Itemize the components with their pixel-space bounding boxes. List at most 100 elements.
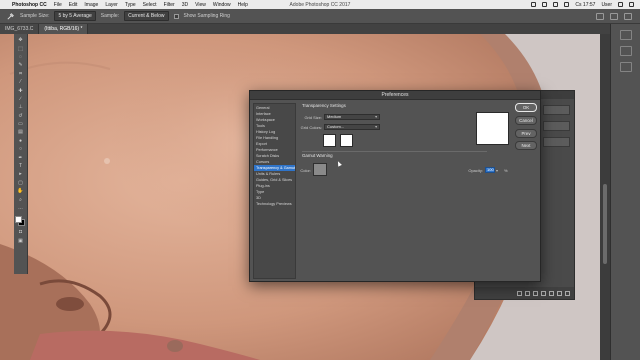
quick-select-tool-icon[interactable]: ✎: [16, 62, 26, 68]
transparency-heading: Transparency Settings: [302, 103, 346, 108]
color-swatches[interactable]: [15, 216, 26, 227]
tools-panel: ✥ ⬚ ◌ ✎ ⌗ ⁄ ✚ ∕ ⊥ ↺ ▭ ▤ ● ○ ✒ T ▸ ▢ ✋ ⌕ …: [14, 34, 28, 274]
eyedropper-icon[interactable]: [6, 12, 15, 21]
menu-filter[interactable]: Filter: [164, 2, 175, 8]
crop-tool-icon[interactable]: ⌗: [16, 71, 26, 77]
grid-colors-select[interactable]: Custom... ▾: [324, 124, 380, 130]
search-icon[interactable]: [618, 2, 623, 7]
trash-icon[interactable]: [565, 290, 570, 296]
scroll-thumb[interactable]: [603, 184, 607, 264]
foreground-color-swatch[interactable]: [15, 216, 22, 224]
workspace-icon[interactable]: [610, 12, 618, 20]
menu-layer[interactable]: Layer: [105, 2, 118, 8]
layer-row[interactable]: [543, 105, 570, 115]
ok-button[interactable]: OK: [515, 103, 537, 112]
menu-image[interactable]: Image: [84, 2, 98, 8]
section-divider: [302, 151, 487, 152]
grid-color-swatch-2[interactable]: [340, 134, 353, 147]
grid-size-select[interactable]: Medium ▾: [324, 114, 380, 120]
move-tool-icon[interactable]: ✥: [16, 37, 26, 43]
menu-type[interactable]: Type: [125, 2, 136, 8]
shape-tool-icon[interactable]: ▢: [16, 180, 26, 186]
wifi-icon[interactable]: [542, 2, 548, 7]
marquee-tool-icon[interactable]: ⬚: [16, 45, 26, 52]
show-ring-checkbox[interactable]: [173, 13, 179, 19]
menu-window[interactable]: Window: [213, 2, 231, 8]
eraser-tool-icon[interactable]: ▭: [16, 121, 26, 127]
preferences-nav: General Interface Workspace Tools Histor…: [253, 103, 296, 279]
quick-mask-icon[interactable]: ◘: [16, 229, 26, 235]
screen-mode-icon[interactable]: ▣: [16, 238, 26, 244]
opacity-stepper-icon[interactable]: ▾: [496, 168, 498, 173]
fx-icon[interactable]: [525, 290, 530, 296]
menu-view[interactable]: View: [195, 2, 206, 8]
menu-bar: Photoshop CC File Edit Image Layer Type …: [0, 0, 640, 9]
grid-size-label: Grid Size:: [304, 115, 322, 120]
grid-colors-label: Grid Colors:: [300, 125, 322, 130]
tab-document-2[interactable]: (Ittiba, RGB/16) *: [39, 24, 89, 34]
panel-icon-layers[interactable]: [619, 62, 632, 72]
menu-help[interactable]: Help: [238, 2, 248, 8]
search-icon[interactable]: [596, 12, 604, 20]
blur-tool-icon[interactable]: ●: [16, 138, 26, 144]
grid-size-value: Medium: [327, 114, 342, 119]
sample-size-select[interactable]: 5 by 5 Average: [54, 11, 96, 21]
eyedropper-tool-icon[interactable]: ⁄: [16, 79, 26, 85]
mask-icon[interactable]: [533, 290, 538, 296]
opacity-input[interactable]: 100: [485, 167, 495, 173]
dodge-tool-icon[interactable]: ○: [16, 146, 26, 152]
stamp-tool-icon[interactable]: ⊥: [16, 104, 26, 110]
chevron-down-icon: ▾: [375, 125, 377, 129]
path-select-tool-icon[interactable]: ▸: [16, 171, 26, 177]
layer-row[interactable]: [543, 121, 570, 131]
menu-3d[interactable]: 3D: [182, 2, 188, 8]
gradient-tool-icon[interactable]: ▤: [16, 129, 26, 135]
battery-icon[interactable]: [564, 2, 570, 7]
new-layer-icon[interactable]: [557, 290, 562, 296]
grid-colors-value: Custom...: [327, 124, 345, 129]
layer-row[interactable]: [543, 137, 570, 147]
brush-tool-icon[interactable]: ∕: [16, 96, 26, 102]
document-tabs: IMG_6733.C (Ittiba, RGB/16) *: [0, 24, 640, 34]
menu-edit[interactable]: Edit: [69, 2, 78, 8]
right-panel-dock: [610, 24, 640, 360]
sample-label: Sample:: [100, 13, 120, 19]
sample-size-label: Sample Size:: [20, 13, 50, 19]
volume-icon[interactable]: [553, 2, 559, 7]
menu-select[interactable]: Select: [143, 2, 157, 8]
folder-icon[interactable]: [549, 290, 554, 296]
healing-tool-icon[interactable]: ✚: [16, 87, 26, 94]
grid-color-swatch-1[interactable]: [323, 134, 336, 147]
history-brush-tool-icon[interactable]: ↺: [16, 113, 26, 119]
clock[interactable]: Cs 17:57: [575, 2, 595, 8]
gamut-color-label: Color:: [300, 168, 311, 173]
lasso-tool-icon[interactable]: ◌: [16, 54, 26, 60]
panel-icon-color[interactable]: [619, 30, 632, 40]
zoom-tool-icon[interactable]: ⌕: [16, 196, 26, 203]
menu-file[interactable]: File: [54, 2, 62, 8]
panel-icon-properties[interactable]: [619, 46, 632, 56]
tab-document-1[interactable]: IMG_6733.C: [0, 24, 40, 34]
chevron-down-icon: ▾: [375, 115, 377, 119]
hand-tool-icon[interactable]: ✋: [16, 188, 26, 194]
nav-item-technology-previews[interactable]: Technology Previews: [254, 201, 295, 207]
share-icon[interactable]: [624, 12, 632, 20]
more-tools-icon[interactable]: …: [16, 205, 26, 211]
type-tool-icon[interactable]: T: [16, 163, 26, 169]
sample-select[interactable]: Current & Below: [124, 11, 169, 21]
pen-tool-icon[interactable]: ✒: [16, 154, 26, 161]
menu-list-icon[interactable]: [629, 2, 634, 7]
gamut-color-swatch[interactable]: [313, 163, 327, 176]
app-menu[interactable]: Photoshop CC: [12, 2, 47, 8]
preferences-dialog: Preferences General Interface Workspace …: [249, 90, 541, 282]
user-name[interactable]: User: [601, 2, 612, 8]
prev-button[interactable]: Prev: [515, 129, 537, 138]
show-ring-label: Show Sampling Ring: [183, 13, 230, 19]
adjustment-icon[interactable]: [541, 290, 546, 296]
link-icon[interactable]: [517, 290, 522, 296]
cancel-button[interactable]: Cancel: [515, 116, 537, 125]
vertical-scrollbar[interactable]: [600, 34, 610, 360]
next-button[interactable]: Next: [515, 141, 537, 150]
status-icon[interactable]: [531, 2, 537, 7]
opacity-label: Opacity:: [468, 168, 483, 173]
